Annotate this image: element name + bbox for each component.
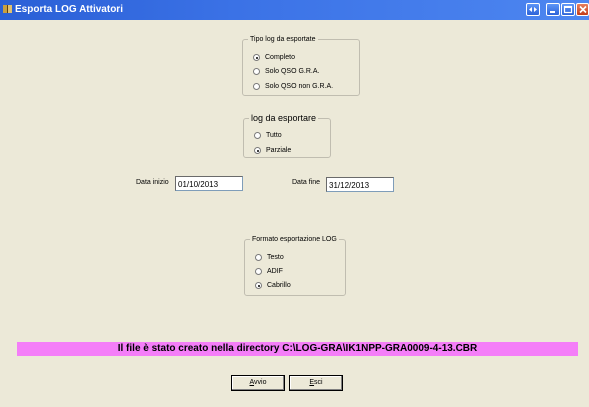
minimize-icon bbox=[550, 11, 555, 13]
restore-arrows-button[interactable] bbox=[526, 3, 540, 16]
radio-testo[interactable]: Testo bbox=[255, 254, 284, 261]
tipo-log-legend: Tipo log da esportate bbox=[250, 36, 316, 43]
avvio-button[interactable]: Avvio bbox=[231, 375, 285, 391]
radio-tutto[interactable]: Tutto bbox=[254, 132, 282, 139]
radio-completo[interactable]: Completo bbox=[253, 54, 295, 61]
window-title: Esporta LOG Attivatori bbox=[15, 4, 123, 15]
maximize-button[interactable] bbox=[561, 3, 575, 16]
arrows-icon bbox=[529, 7, 537, 12]
radio-solo-qso-gra[interactable]: Solo QSO G.R.A. bbox=[253, 68, 319, 75]
status-message: Il file è stato creato nella directory C… bbox=[17, 342, 578, 356]
close-button[interactable] bbox=[576, 3, 589, 16]
radio-parziale[interactable]: Parziale bbox=[254, 147, 291, 154]
radio-indicator bbox=[255, 254, 262, 261]
data-inizio-label: Data inizio bbox=[136, 179, 169, 186]
radio-label: ADIF bbox=[267, 268, 283, 275]
avvio-label: vvio bbox=[254, 379, 267, 386]
app-icon bbox=[3, 5, 12, 13]
log-esportare-group: log da esportare Tutto Parziale bbox=[243, 113, 331, 158]
radio-indicator bbox=[253, 83, 260, 90]
maximize-icon bbox=[563, 5, 573, 14]
log-esportare-legend: log da esportare bbox=[251, 113, 317, 123]
radio-indicator bbox=[253, 54, 260, 61]
radio-label: Completo bbox=[265, 54, 295, 61]
formato-legend: Formato esportazione LOG bbox=[252, 236, 337, 243]
radio-label: Solo QSO non G.R.A. bbox=[265, 83, 334, 90]
radio-label: Solo QSO G.R.A. bbox=[265, 68, 320, 75]
data-fine-field[interactable]: 31/12/2013 bbox=[326, 177, 394, 192]
data-inizio-field[interactable]: 01/10/2013 bbox=[175, 176, 243, 191]
radio-indicator bbox=[255, 268, 262, 275]
radio-label: Tutto bbox=[266, 132, 282, 139]
radio-solo-qso-non-gra[interactable]: Solo QSO non G.R.A. bbox=[253, 83, 333, 90]
close-icon bbox=[579, 5, 587, 14]
data-fine-label: Data fine bbox=[292, 179, 321, 186]
formato-group: Formato esportazione LOG Testo ADIF Cabr… bbox=[244, 236, 346, 296]
radio-label: Parziale bbox=[266, 147, 292, 154]
radio-cabrillo[interactable]: Cabrillo bbox=[255, 282, 291, 289]
minimize-button[interactable] bbox=[546, 3, 560, 16]
radio-adif[interactable]: ADIF bbox=[255, 268, 283, 275]
esci-button[interactable]: Esci bbox=[289, 375, 343, 391]
title-bar[interactable]: Esporta LOG Attivatori bbox=[0, 0, 589, 20]
radio-label: Cabrillo bbox=[267, 282, 291, 289]
radio-label: Testo bbox=[267, 254, 284, 261]
radio-indicator bbox=[255, 282, 262, 289]
esci-label: sci bbox=[314, 379, 323, 386]
radio-indicator bbox=[253, 68, 260, 75]
radio-indicator bbox=[254, 132, 261, 139]
radio-indicator bbox=[254, 147, 261, 154]
tipo-log-group: Tipo log da esportate Completo Solo QSO … bbox=[242, 36, 360, 96]
